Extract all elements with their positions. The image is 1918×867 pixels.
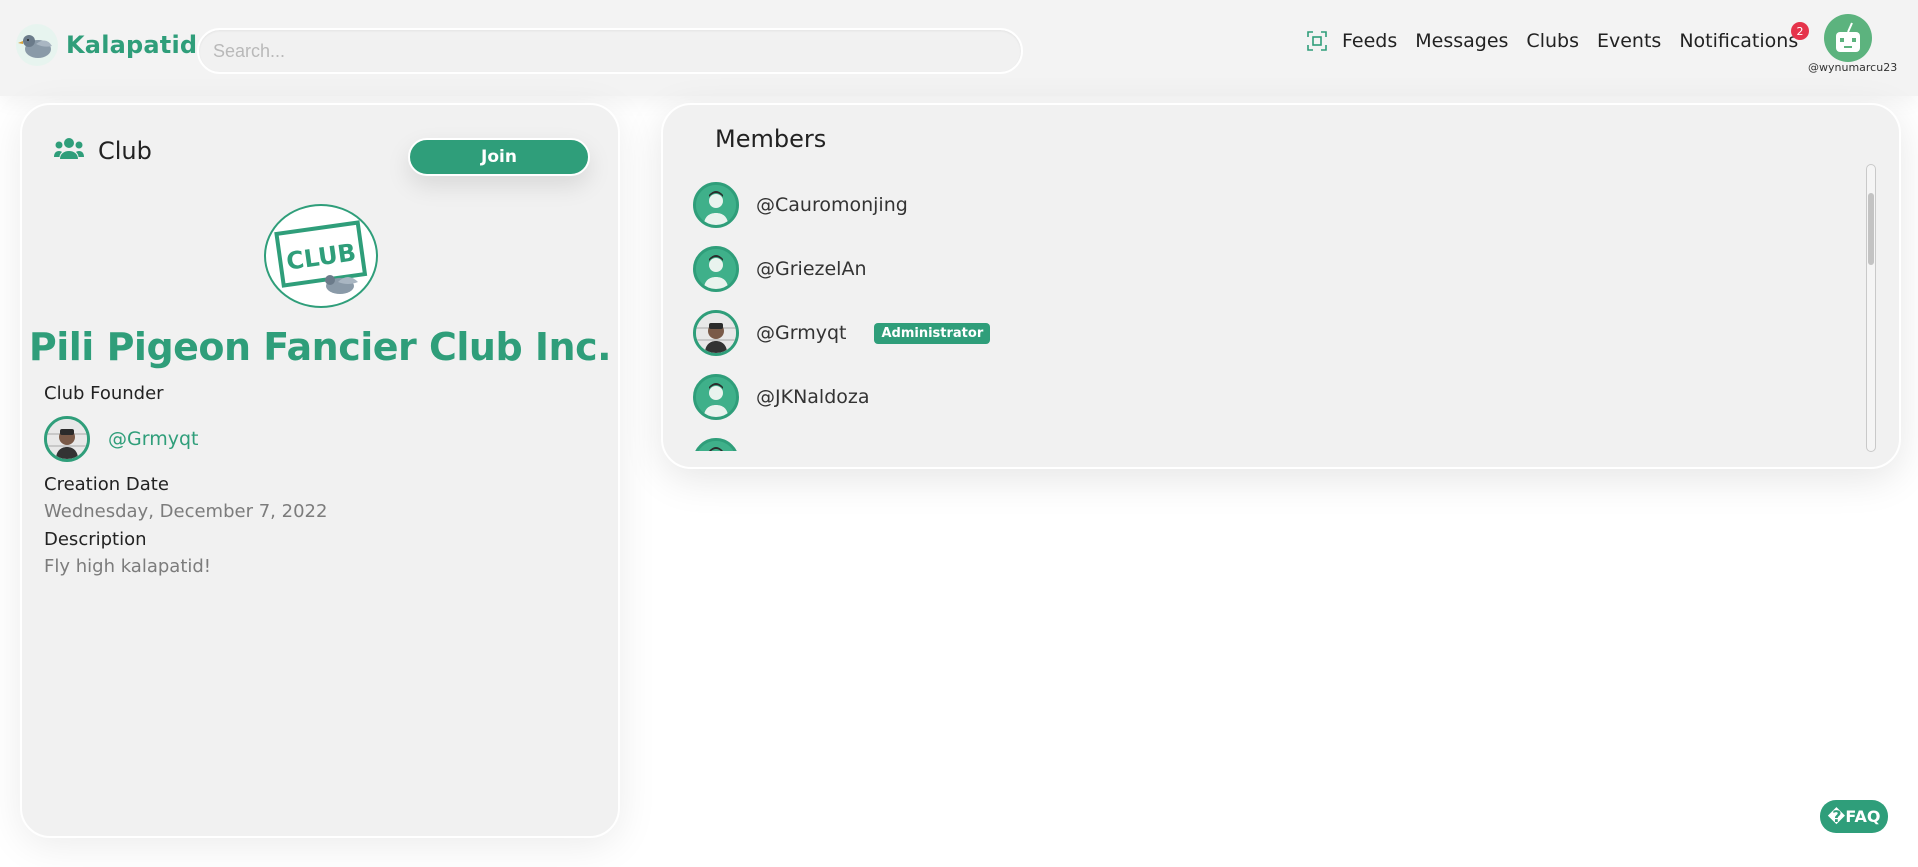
member-handle[interactable]: @Cauromonjing [756,194,908,216]
user-avatar[interactable] [1824,14,1872,62]
brand-name: Kalapatid [66,31,198,59]
club-section-title: Club [98,137,152,165]
users-group-icon [54,137,84,165]
administrator-badge: Administrator [874,322,991,344]
member-avatar [693,438,739,451]
members-scroll-thumb[interactable] [1868,193,1874,265]
list-item[interactable]: @Grmyqt Administrator [693,309,991,357]
top-navbar: Kalapatid Feeds Messages Clubs Events No… [0,0,1918,96]
list-item[interactable]: @GriezelAn [693,245,866,293]
nav-messages[interactable]: Messages [1415,30,1508,52]
qr-scan-icon[interactable] [1306,30,1328,52]
member-handle[interactable]: @JKNaldoza [756,386,870,408]
list-item[interactable]: @Cauromonjing [693,181,908,229]
member-avatar [693,310,739,356]
members-title: Members [715,125,827,153]
creation-date-value: Wednesday, December 7, 2022 [44,501,328,522]
main-nav: Feeds Messages Clubs Events Notification… [1306,30,1816,52]
user-handle: @wynumarcu23 [1808,61,1898,74]
club-section-header: Club [54,137,152,165]
nav-notifications[interactable]: Notifications [1679,30,1798,52]
member-handle[interactable]: @Grmyqt [756,322,846,344]
member-handle[interactable]: @GriezelAn [756,258,866,280]
list-item[interactable] [693,437,739,451]
member-avatar [693,374,739,420]
join-club-button[interactable]: Join [408,138,590,176]
nav-clubs[interactable]: Clubs [1526,30,1579,52]
description-value: Fly high kalapatid! [44,556,212,577]
description-label: Description [44,529,147,550]
club-name: Pili Pigeon Fancier Club Inc. [28,325,612,369]
founder-avatar [44,416,90,462]
faq-button[interactable]: �FAQ [1820,800,1888,833]
list-item[interactable]: @JKNaldoza [693,373,870,421]
nav-events[interactable]: Events [1597,30,1661,52]
notification-count-badge: 2 [1791,22,1809,40]
brand[interactable]: Kalapatid [16,24,197,66]
members-card: Members @Cauromonjing @GriezelAn @Grmyqt… [661,103,1901,469]
founder-handle[interactable]: @Grmyqt [108,428,198,450]
member-avatar [693,182,739,228]
club-logo: CLUB [264,204,378,308]
creation-date-label: Creation Date [44,474,169,495]
club-info-card: Club Join CLUB Pili Pigeon Fancier Club … [20,103,620,838]
nav-feeds[interactable]: Feeds [1342,30,1397,52]
club-founder-label: Club Founder [44,383,164,404]
search-input[interactable] [197,28,1023,74]
member-avatar [693,246,739,292]
members-list[interactable]: @Cauromonjing @GriezelAn @Grmyqt Adminis… [693,175,1833,451]
club-founder[interactable]: @Grmyqt [44,416,198,462]
pigeon-logo-icon [16,24,58,66]
members-scrollbar[interactable] [1866,164,1876,452]
